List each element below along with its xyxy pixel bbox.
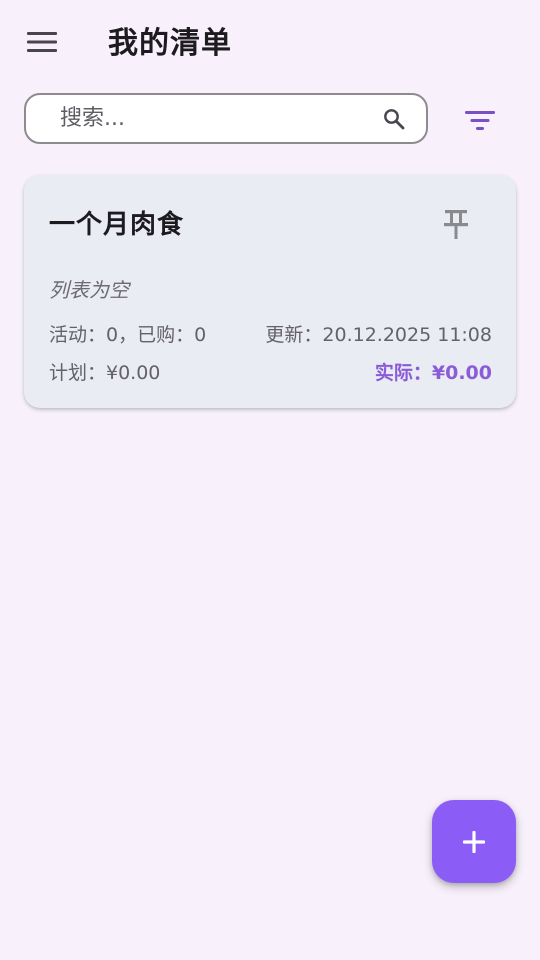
list-title: 一个月肉食 — [49, 210, 185, 240]
pin-icon — [444, 210, 468, 239]
add-icon — [463, 830, 485, 853]
empty-list-text: 列表为空 — [49, 278, 129, 302]
planned-amount: 计划：¥0.00 — [49, 362, 161, 384]
search-icon[interactable] — [382, 107, 406, 131]
item-counts: 活动：0，已购：0 — [49, 324, 207, 346]
search-input[interactable] — [60, 95, 360, 142]
filter-button[interactable] — [456, 96, 504, 144]
page-title: 我的清单 — [108, 26, 232, 61]
pin-button[interactable] — [436, 203, 476, 247]
list-card[interactable]: 一个月肉食 列表为空 活动：0，已购：0 更新：20.12.2025 11:08… — [24, 175, 516, 408]
add-list-button[interactable] — [432, 800, 516, 883]
filter-icon — [465, 111, 495, 130]
menu-icon — [27, 32, 57, 52]
updated-time: 更新：20.12.2025 11:08 — [265, 324, 492, 346]
actual-amount: 实际：¥0.00 — [374, 362, 492, 384]
app-bar: 我的清单 — [0, 0, 540, 88]
menu-button[interactable] — [18, 20, 66, 64]
search-box[interactable] — [24, 93, 428, 144]
